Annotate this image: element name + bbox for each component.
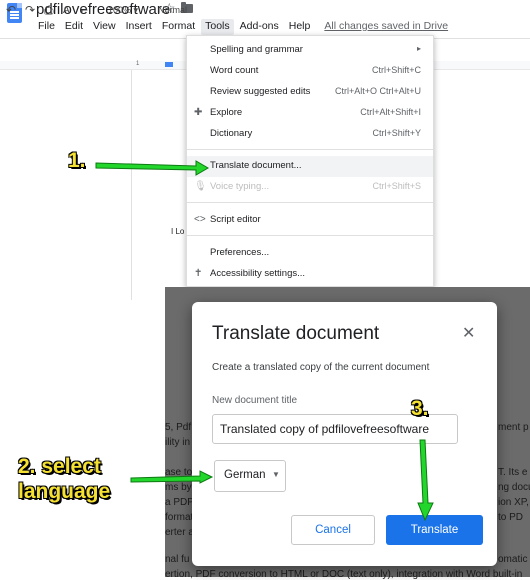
step-2-line-1: 2. select <box>18 455 101 478</box>
arrow-to-translate-menu <box>95 160 209 176</box>
arrow-to-language-select <box>130 470 214 484</box>
step-3-label: 3. <box>411 397 429 420</box>
step-2-line-2: language <box>18 480 111 503</box>
arrow-to-translate-button <box>417 439 434 522</box>
step-1-label: 1. <box>68 149 86 172</box>
step-2-label: 2. select language <box>18 454 110 504</box>
